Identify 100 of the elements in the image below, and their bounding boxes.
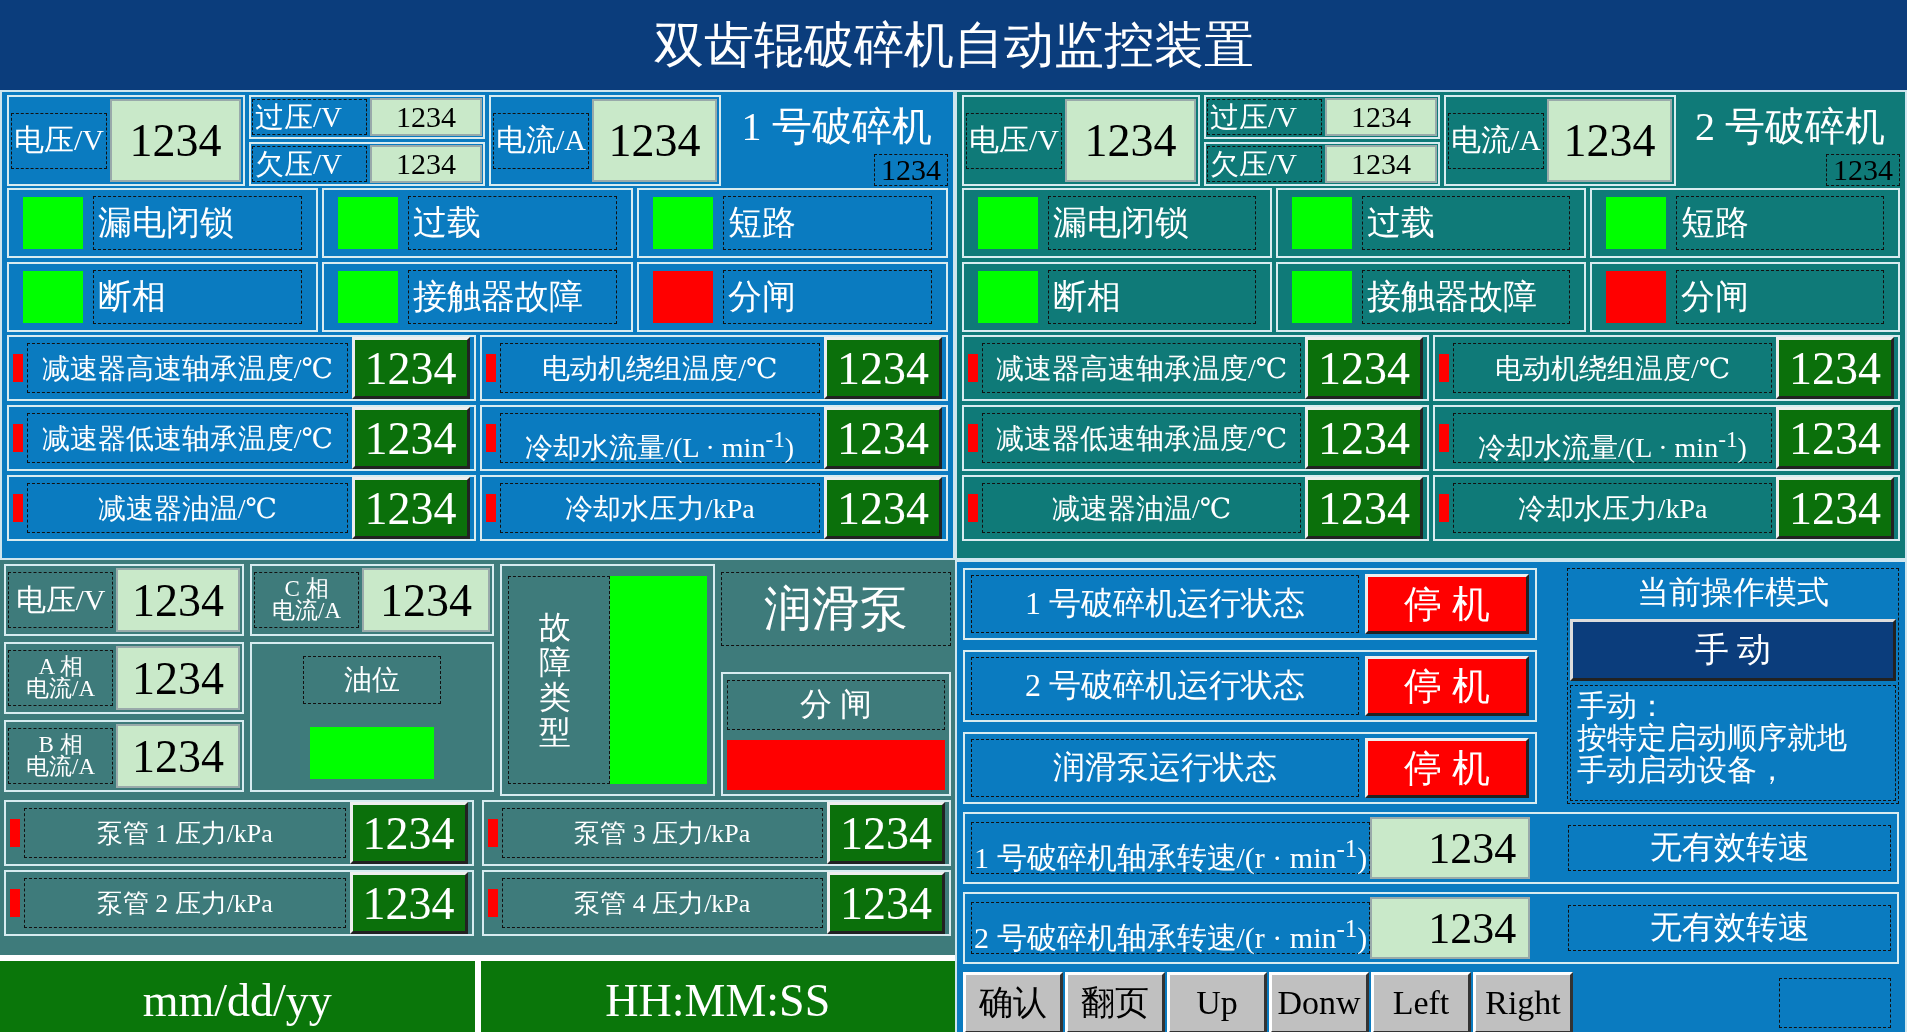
run-state-label: 1 号破碎机运行状态 xyxy=(971,575,1359,633)
current-value: 1234 xyxy=(1547,99,1672,182)
overvoltage-label: 过压/V xyxy=(1207,99,1322,135)
reading-label: 减速器高速轴承温度/℃ xyxy=(27,343,348,393)
lube-pump-title: 润滑泵 xyxy=(721,572,951,646)
key-button[interactable]: Right xyxy=(1473,972,1573,1032)
indicator-label: 漏电闭锁 xyxy=(1048,196,1256,250)
breaker-label: 分 闸 xyxy=(727,680,945,730)
reading-label: 减速器高速轴承温度/℃ xyxy=(982,343,1301,393)
crusher-code: 1234 xyxy=(874,154,948,186)
overvoltage-label: 过压/V xyxy=(252,99,367,135)
indicator-label: 过载 xyxy=(1362,196,1570,250)
voltage-label: 电压/V xyxy=(966,112,1062,169)
reading-value: 1234 xyxy=(1776,477,1894,539)
reading-label: 冷却水压力/kPa xyxy=(499,483,820,533)
date-display: mm/dd/yy xyxy=(0,961,475,1032)
mode-description-heading: 手动： xyxy=(1577,690,1667,722)
crusher-code: 1234 xyxy=(1826,154,1900,186)
mode-title: 当前操作模式 xyxy=(1636,573,1830,612)
electric-label: A 相 xyxy=(38,656,83,678)
reading-label: 泵管 2 压力/kPa xyxy=(24,878,346,928)
oil-level-label: 油位 xyxy=(303,655,441,704)
electric-label: 电流/A xyxy=(26,756,95,778)
reading-value: 1234 xyxy=(827,872,945,934)
reading-value: 1234 xyxy=(349,802,468,864)
reading-label: 泵管 3 压力/kPa xyxy=(501,808,823,858)
reading-label: 电动机绕组温度/℃ xyxy=(499,343,820,393)
indicator-label: 短路 xyxy=(723,196,932,250)
overvoltage-value: 1234 xyxy=(370,98,482,136)
undervoltage-label: 欠压/V xyxy=(252,146,367,182)
time-display: HH:MM:SS xyxy=(480,961,955,1032)
speed-note: 无有效转速 xyxy=(1568,905,1891,951)
electric-label: 电流/A xyxy=(272,600,341,622)
crusher-name: 1 号破碎机 xyxy=(741,103,932,151)
reading-value: 1234 xyxy=(824,337,942,399)
run-state-label: 2 号破碎机运行状态 xyxy=(971,657,1359,715)
mode-description: 按特定启动顺序就地手动启动设备， xyxy=(1577,722,1848,786)
reading-label: 冷却水流量/(L · min$^{-1}$) xyxy=(499,413,820,463)
undervoltage-value: 1234 xyxy=(370,145,482,183)
reading-value: 1234 xyxy=(827,802,945,864)
key-button[interactable]: Up xyxy=(1167,972,1267,1032)
reading-value: 1234 xyxy=(1776,337,1894,399)
undervoltage-label: 欠压/V xyxy=(1207,146,1322,182)
current-label: 电流/A xyxy=(1448,112,1544,169)
electric-label: 电流/A xyxy=(26,678,95,700)
run-state-indicator: 停 机 xyxy=(1365,656,1529,716)
reading-label: 减速器低速轴承温度/℃ xyxy=(27,413,348,463)
key-button[interactable]: Left xyxy=(1371,972,1471,1032)
reading-value: 1234 xyxy=(1776,407,1894,469)
key-button[interactable]: Donw xyxy=(1269,972,1369,1032)
reading-value: 1234 xyxy=(349,872,468,934)
indicator-label: 断相 xyxy=(1048,270,1256,324)
current-label: 电流/A xyxy=(493,112,589,169)
reading-value: 1234 xyxy=(351,337,470,399)
reading-label: 减速器油温/℃ xyxy=(27,483,348,533)
electric-value: 1234 xyxy=(362,568,490,632)
voltage-value: 1234 xyxy=(1065,99,1196,182)
reading-label: 泵管 1 压力/kPa xyxy=(24,808,346,858)
run-state-indicator: 停 机 xyxy=(1365,738,1529,798)
voltage-value: 1234 xyxy=(110,99,241,182)
reading-label: 减速器油温/℃ xyxy=(982,483,1301,533)
indicator-label: 分闸 xyxy=(723,270,932,324)
reading-value: 1234 xyxy=(351,407,470,469)
electric-value: 1234 xyxy=(116,568,240,632)
speed-value: 1234 xyxy=(1370,897,1531,959)
electric-label: 电压/V xyxy=(15,581,106,618)
reading-value: 1234 xyxy=(1305,337,1423,399)
electric-label: C 相 xyxy=(284,578,329,600)
indicator-label: 分闸 xyxy=(1676,270,1884,324)
reading-value: 1234 xyxy=(1305,477,1423,539)
reading-label: 冷却水压力/kPa xyxy=(1453,483,1772,533)
reading-value: 1234 xyxy=(1305,407,1423,469)
crusher-name: 2 号破碎机 xyxy=(1695,103,1885,151)
electric-value: 1234 xyxy=(116,724,240,788)
key-button[interactable]: 确认 xyxy=(963,972,1063,1032)
reading-label: 电动机绕组温度/℃ xyxy=(1453,343,1772,393)
speed-value: 1234 xyxy=(1370,817,1531,879)
indicator-label: 短路 xyxy=(1676,196,1884,250)
electric-label: B 相 xyxy=(38,734,83,756)
reading-value: 1234 xyxy=(351,477,470,539)
speed-note: 无有效转速 xyxy=(1568,825,1891,871)
reading-value: 1234 xyxy=(824,407,942,469)
key-button[interactable]: 翻页 xyxy=(1065,972,1165,1032)
mode-value: 手 动 xyxy=(1570,619,1896,681)
reading-value: 1234 xyxy=(824,477,942,539)
indicator-label: 漏电闭锁 xyxy=(93,196,302,250)
run-state-label: 润滑泵运行状态 xyxy=(971,739,1359,797)
current-value: 1234 xyxy=(592,99,717,182)
indicator-label: 过载 xyxy=(408,196,617,250)
voltage-label: 电压/V xyxy=(11,112,107,169)
overvoltage-value: 1234 xyxy=(1325,98,1437,136)
run-state-indicator: 停 机 xyxy=(1365,574,1529,634)
electric-value: 1234 xyxy=(116,646,240,710)
undervoltage-value: 1234 xyxy=(1325,145,1437,183)
screen-title: 双齿辊破碎机自动监控装置 xyxy=(0,0,1907,90)
indicator-label: 断相 xyxy=(93,270,302,324)
indicator-label: 接触器故障 xyxy=(1362,270,1570,324)
reading-label: 冷却水流量/(L · min$^{-1}$) xyxy=(1453,413,1772,463)
reading-label: 减速器低速轴承温度/℃ xyxy=(982,413,1301,463)
indicator-label: 接触器故障 xyxy=(408,270,617,324)
